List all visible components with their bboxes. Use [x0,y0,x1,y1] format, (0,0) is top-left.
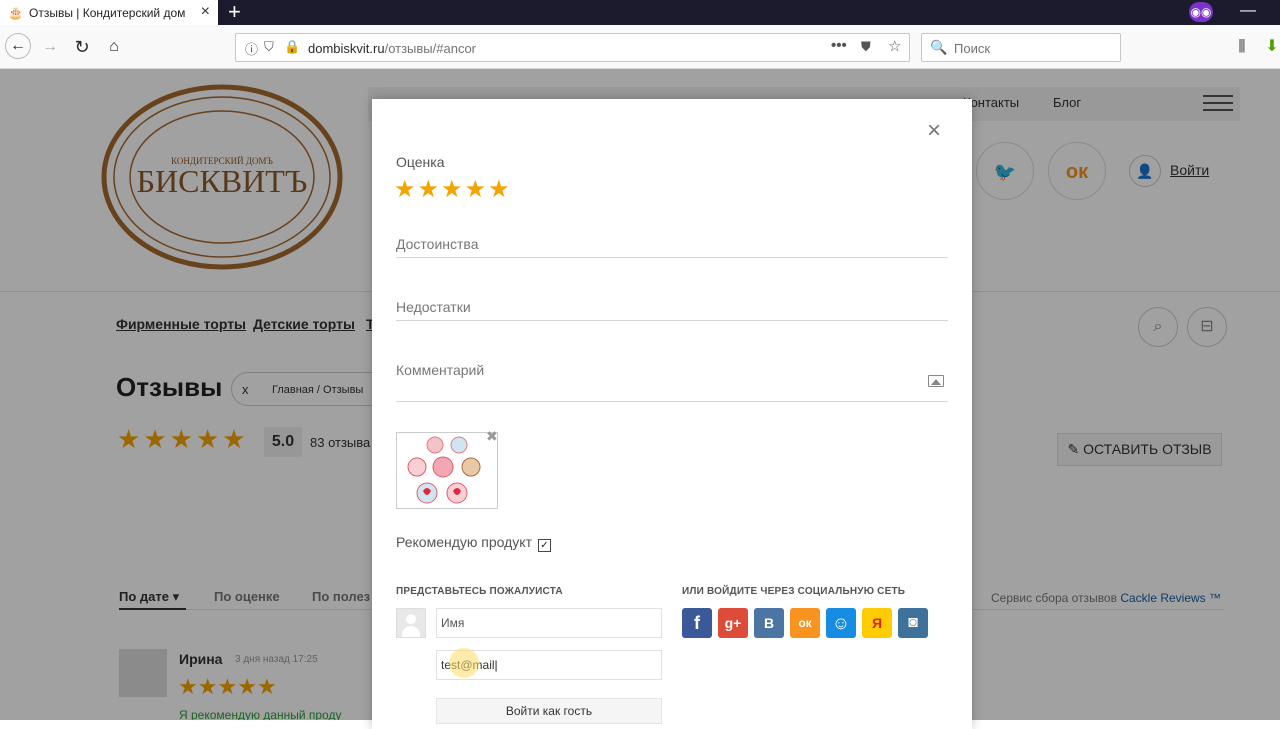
url-text: dombiskvit.ru/отзывы/#ancor [308,41,477,56]
info-icon[interactable]: ⓘ [245,39,258,58]
rating-label: Оценка [396,154,445,170]
pros-label: Достоинства [396,236,479,252]
cursor-highlight [449,648,479,678]
yandex-icon[interactable]: Я [862,608,892,638]
bookmark-star-icon[interactable]: ☆ [888,37,901,55]
browser-nav-bar: ← → ↻ ⌂ ⓘ ⛉ 🔒 dombiskvit.ru/отзывы/#anco… [0,25,1280,69]
back-arrow-icon[interactable]: ← [5,33,31,59]
reload-icon[interactable]: ↻ [70,35,94,59]
recommend-option[interactable]: Рекомендую продукт ✓ [396,534,551,552]
star-icon[interactable]: ★ [441,175,465,204]
cookies-photo [397,433,497,508]
search-placeholder: Поиск [954,41,991,56]
address-bar[interactable]: ⓘ ⛉ 🔒 dombiskvit.ru/отзывы/#ancor ••• ⛊ … [235,33,910,62]
pocket-icon[interactable]: ⛊ [861,39,871,55]
private-mask-icon: ◉◉ [1189,2,1213,22]
insecure-lock-icon[interactable]: 🔒 [284,39,300,55]
page-actions-icon[interactable]: ••• [831,37,847,54]
shield-icon[interactable]: ⛉ [264,39,274,55]
star-icon[interactable]: ★ [394,175,418,204]
name-placeholder: Имя [441,616,465,630]
facebook-icon[interactable]: f [682,608,712,638]
new-tab-button[interactable]: + [228,0,241,24]
star-icon[interactable]: ★ [488,175,512,204]
guest-heading: ПРЕДСТАВЬТЕСЬ ПОЖАЛУИСТА [396,586,563,597]
vkontakte-icon[interactable]: В [754,608,784,638]
pros-field[interactable]: Достоинства [396,228,948,258]
rating-input[interactable]: ★★★★★ [394,175,512,204]
instagram-icon[interactable]: ◙ [898,608,928,638]
star-icon[interactable]: ★ [418,175,442,204]
cake-favicon-icon: 🎂 [8,5,23,20]
image-upload-icon[interactable] [928,375,944,387]
download-arrow-icon[interactable]: ⬇ [1260,35,1280,59]
star-icon[interactable]: ★ [465,175,489,204]
mail-ru-icon[interactable]: ☺ [826,608,856,638]
comment-label: Комментарий [396,362,485,378]
odnoklassniki-icon[interactable]: ок [790,608,820,638]
review-modal: × Оценка ★★★★★ Достоинства Недостатки Ко… [372,99,972,729]
browser-tab-bar: 🎂 Отзывы | Кондитерский дом × + ◉◉ — [0,0,1280,25]
close-icon[interactable]: × [927,119,941,143]
cons-label: Недостатки [396,299,471,315]
tab-title: Отзывы | Кондитерский дом [29,5,186,20]
social-heading: ИЛИ ВОЙДИТЕ ЧЕРЕЗ СОЦИАЛЬНУЮ СЕТЬ [682,586,906,597]
home-icon[interactable]: ⌂ [102,35,126,59]
guest-avatar [396,608,426,638]
google-plus-icon[interactable]: g+ [718,608,748,638]
tab-close-icon[interactable]: × [201,3,210,21]
search-icon: 🔍 [930,39,948,55]
cons-field[interactable]: Недостатки [396,291,948,321]
guest-login-button[interactable]: Войти как гость [436,698,662,724]
library-icon[interactable]: ⫼ [1230,35,1254,59]
uploaded-photo-thumbnail[interactable] [396,432,498,509]
recommend-checkbox[interactable]: ✓ [538,539,551,552]
comment-field[interactable]: Комментарий [396,354,948,402]
search-bar[interactable]: 🔍 Поиск [921,33,1121,62]
forward-arrow-icon[interactable]: → [38,35,62,59]
browser-tab[interactable]: 🎂 Отзывы | Кондитерский дом × [0,0,218,25]
name-input[interactable]: Имя [436,608,662,638]
window-minimize-button[interactable]: — [1240,0,1256,22]
recommend-label: Рекомендую продукт [396,534,532,550]
remove-photo-icon[interactable]: ✖ [486,429,498,443]
